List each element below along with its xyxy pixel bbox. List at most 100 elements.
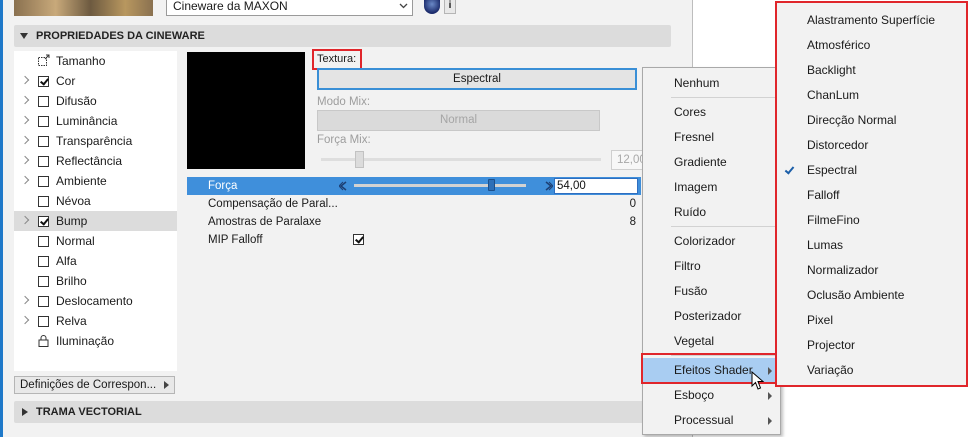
submenu-item-label: Backlight [807, 63, 856, 77]
channel-item[interactable]: Tamanho [14, 51, 177, 71]
property-row-parallax-samples[interactable]: Amostras de Paralaxe 8 [187, 213, 641, 231]
submenu-item[interactable]: Falloff [777, 183, 966, 208]
mapping-settings-button[interactable]: Definições de Correspon... [14, 376, 175, 394]
channel-label: Luminância [56, 114, 118, 128]
channel-item[interactable]: Reflectância [14, 151, 177, 171]
menu-item[interactable]: Nenhum [643, 71, 780, 96]
menu-item[interactable]: Gradiente [643, 150, 780, 175]
mix-mode-dropdown[interactable]: Normal [317, 110, 600, 131]
menu-item[interactable]: Vegetal [643, 329, 780, 354]
channel-item[interactable]: Normal [14, 231, 177, 251]
channel-checkbox[interactable] [38, 96, 49, 107]
submenu-item[interactable]: Oclusão Ambiente [777, 283, 966, 308]
channel-checkbox[interactable] [38, 76, 49, 87]
channel-label: Iluminação [56, 334, 115, 348]
submenu-item[interactable]: Backlight [777, 58, 966, 83]
submenu-item-label: Lumas [807, 238, 844, 252]
strength-label: Força [208, 180, 238, 192]
channel-checkbox[interactable] [38, 316, 49, 327]
strength-slider-track[interactable] [354, 184, 526, 187]
channel-item[interactable]: Alfa [14, 251, 177, 271]
submenu-item[interactable]: Lumas [777, 233, 966, 258]
channel-item[interactable]: Relva [14, 311, 177, 331]
chevron-right-icon[interactable] [20, 315, 30, 325]
submenu-item-label: Alastramento Superfície [807, 13, 936, 27]
menu-item[interactable]: Imagem [643, 175, 780, 200]
channel-checkbox[interactable] [38, 136, 49, 147]
chevron-right-icon[interactable] [20, 175, 30, 185]
channel-item[interactable]: Bump [14, 211, 177, 231]
submenu-item[interactable]: Alastramento Superfície [777, 8, 966, 33]
submenu-item[interactable]: ChanLum [777, 83, 966, 108]
channel-item[interactable]: Ambiente [14, 171, 177, 191]
info-icon[interactable]: i [444, 0, 456, 14]
submenu-item-label: Direcção Normal [807, 113, 897, 127]
channel-checkbox[interactable] [38, 196, 49, 207]
parallax-offset-value[interactable]: 0 [630, 195, 636, 213]
chevron-right-icon[interactable] [20, 155, 30, 165]
property-row-parallax-offset[interactable]: Compensação de Paral... 0 [187, 195, 641, 213]
chevron-right-icon[interactable] [20, 115, 30, 125]
menu-item[interactable]: Colorizador [643, 229, 780, 254]
channel-item[interactable]: Luminância [14, 111, 177, 131]
channel-item[interactable]: Iluminação [14, 331, 177, 351]
channel-checkbox[interactable] [38, 216, 49, 227]
strength-input[interactable]: 54,00 [554, 178, 638, 194]
property-row-mip-falloff[interactable]: MIP Falloff [187, 231, 641, 249]
section-title: TRAMA VECTORIAL [36, 406, 142, 418]
channel-checkbox[interactable] [38, 256, 49, 267]
chevron-right-icon[interactable] [20, 75, 30, 85]
lock-icon [38, 335, 49, 347]
channel-item[interactable]: Transparência [14, 131, 177, 151]
channel-list: Tamanho Cor Difusão Luminância Transparência… [14, 51, 177, 371]
channel-item[interactable]: Difusão [14, 91, 177, 111]
chevron-right-icon[interactable] [20, 295, 30, 305]
channel-item[interactable]: Cor [14, 71, 177, 91]
collapse-triangle-icon [20, 33, 28, 39]
submenu-item[interactable]: Projector [777, 333, 966, 358]
chevron-right-icon[interactable] [20, 135, 30, 145]
keyframe-left-icon[interactable] [339, 181, 347, 191]
submenu-item[interactable]: Direcção Normal [777, 108, 966, 133]
keyframe-right-icon[interactable] [545, 181, 553, 191]
mix-strength-slider-handle[interactable] [355, 151, 364, 168]
submenu-item-label: Pixel [807, 313, 834, 327]
channel-item[interactable]: Brilho [14, 271, 177, 291]
channel-checkbox[interactable] [38, 156, 49, 167]
section-header-cineware[interactable]: PROPRIEDADES DA CINEWARE [14, 25, 671, 47]
resize-icon [38, 54, 50, 66]
submenu-item[interactable]: Atmosférico [777, 33, 966, 58]
chevron-right-icon[interactable] [20, 215, 30, 225]
parallax-samples-value[interactable]: 8 [630, 213, 636, 231]
property-row-strength[interactable]: Força 54,00 [187, 177, 641, 195]
menu-item[interactable]: Processual [643, 408, 780, 433]
channel-checkbox[interactable] [38, 116, 49, 127]
menu-item[interactable]: Posterizador [643, 304, 780, 329]
menu-item-label: Colorizador [674, 234, 736, 248]
mip-falloff-label: MIP Falloff [208, 234, 263, 246]
section-header-trama[interactable]: TRAMA VECTORIAL [14, 401, 671, 423]
submenu-item[interactable]: Espectral [777, 158, 966, 183]
texture-dropdown[interactable]: Espectral [317, 68, 637, 90]
channel-item[interactable]: Deslocamento [14, 291, 177, 311]
submenu-item[interactable]: Normalizador [777, 258, 966, 283]
mip-falloff-checkbox[interactable] [353, 234, 364, 245]
menu-item[interactable]: Cores [643, 100, 780, 125]
channel-item[interactable]: Névoa [14, 191, 177, 211]
menu-item[interactable]: Fusão [643, 279, 780, 304]
menu-item[interactable]: Fresnel [643, 125, 780, 150]
submenu-item[interactable]: FilmeFino [777, 208, 966, 233]
channel-checkbox[interactable] [38, 236, 49, 247]
strength-slider-handle[interactable] [487, 179, 495, 191]
submenu-item[interactable]: Distorcedor [777, 133, 966, 158]
channel-checkbox[interactable] [38, 176, 49, 187]
menu-item[interactable]: Ruído [643, 200, 780, 225]
menu-item[interactable]: Filtro [643, 254, 780, 279]
submenu-item[interactable]: Pixel [777, 308, 966, 333]
channel-checkbox[interactable] [38, 276, 49, 287]
menu-item-label: Nenhum [674, 76, 720, 90]
submenu-item[interactable]: Variação [777, 358, 966, 383]
renderer-dropdown[interactable]: Cineware da MAXON [166, 0, 413, 16]
chevron-right-icon[interactable] [20, 95, 30, 105]
channel-checkbox[interactable] [38, 296, 49, 307]
